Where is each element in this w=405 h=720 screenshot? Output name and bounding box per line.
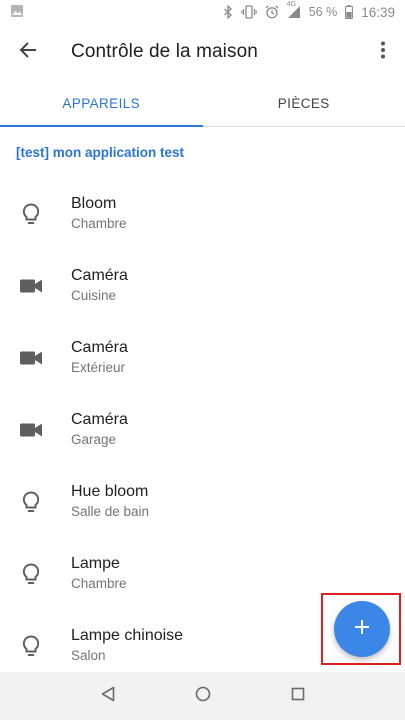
device-name: Lampe (71, 555, 120, 572)
more-vert-icon (380, 41, 386, 64)
add-device-button[interactable] (334, 601, 390, 657)
status-time: 16:39 (361, 4, 395, 20)
lightbulb-icon (16, 491, 46, 513)
device-room: Chambre (71, 216, 127, 231)
status-bar: 4G 56 % 16:39 (0, 0, 405, 24)
system-nav-bar (0, 672, 405, 720)
device-room: Garage (71, 432, 117, 447)
videocam-icon (16, 279, 46, 293)
tab-label: APPAREILS (62, 95, 141, 111)
battery-percent: 56 % (308, 5, 338, 19)
overflow-menu-button[interactable] (361, 24, 405, 80)
device-room: Chambre (71, 576, 127, 591)
device-room: Salle de bain (71, 504, 150, 519)
device-name: Caméra (71, 267, 128, 284)
device-room: Salon (71, 648, 106, 663)
lightbulb-icon (16, 635, 46, 657)
lightbulb-icon (16, 563, 46, 585)
device-name: Caméra (71, 339, 128, 356)
device-room: Extérieur (71, 360, 126, 375)
nav-recents-button[interactable] (274, 672, 322, 720)
alarm-icon (265, 5, 279, 19)
videocam-icon (16, 423, 46, 437)
device-name: Lampe chinoise (71, 627, 184, 644)
bluetooth-icon (223, 5, 233, 19)
back-triangle-icon (101, 686, 115, 707)
device-name: Bloom (71, 195, 117, 212)
recents-square-icon (291, 687, 305, 706)
device-item[interactable]: Caméra Garage (0, 394, 405, 466)
lightbulb-icon (16, 203, 46, 225)
arrow-back-icon (19, 41, 37, 64)
home-circle-icon (195, 686, 211, 707)
network-type-label: 4G (286, 1, 297, 8)
back-button[interactable] (0, 24, 56, 80)
device-item[interactable]: Bloom Chambre (0, 178, 405, 250)
device-name: Caméra (71, 411, 128, 428)
tab-pieces[interactable]: PIÈCES (203, 80, 405, 126)
tab-label: PIÈCES (277, 95, 330, 111)
videocam-icon (16, 351, 46, 365)
nav-home-button[interactable] (179, 672, 227, 720)
page-title: Contrôle de la maison (71, 41, 258, 62)
device-room: Cuisine (71, 288, 117, 303)
device-name: Hue bloom (71, 483, 149, 500)
tab-bar: APPAREILS PIÈCES (0, 80, 405, 127)
nav-back-button[interactable] (84, 672, 132, 720)
device-item[interactable]: Caméra Cuisine (0, 250, 405, 322)
vibrate-icon (240, 5, 257, 19)
section-header: [test] mon application test (16, 145, 185, 160)
tab-appareils[interactable]: APPAREILS (0, 80, 203, 127)
device-item[interactable]: Caméra Extérieur (0, 322, 405, 394)
app-bar: Contrôle de la maison (0, 24, 405, 80)
battery-icon (345, 5, 354, 19)
gallery-icon (10, 4, 24, 21)
signal-icon: 4G (287, 1, 301, 19)
add-icon (354, 619, 370, 640)
device-item[interactable]: Hue bloom Salle de bain (0, 466, 405, 538)
